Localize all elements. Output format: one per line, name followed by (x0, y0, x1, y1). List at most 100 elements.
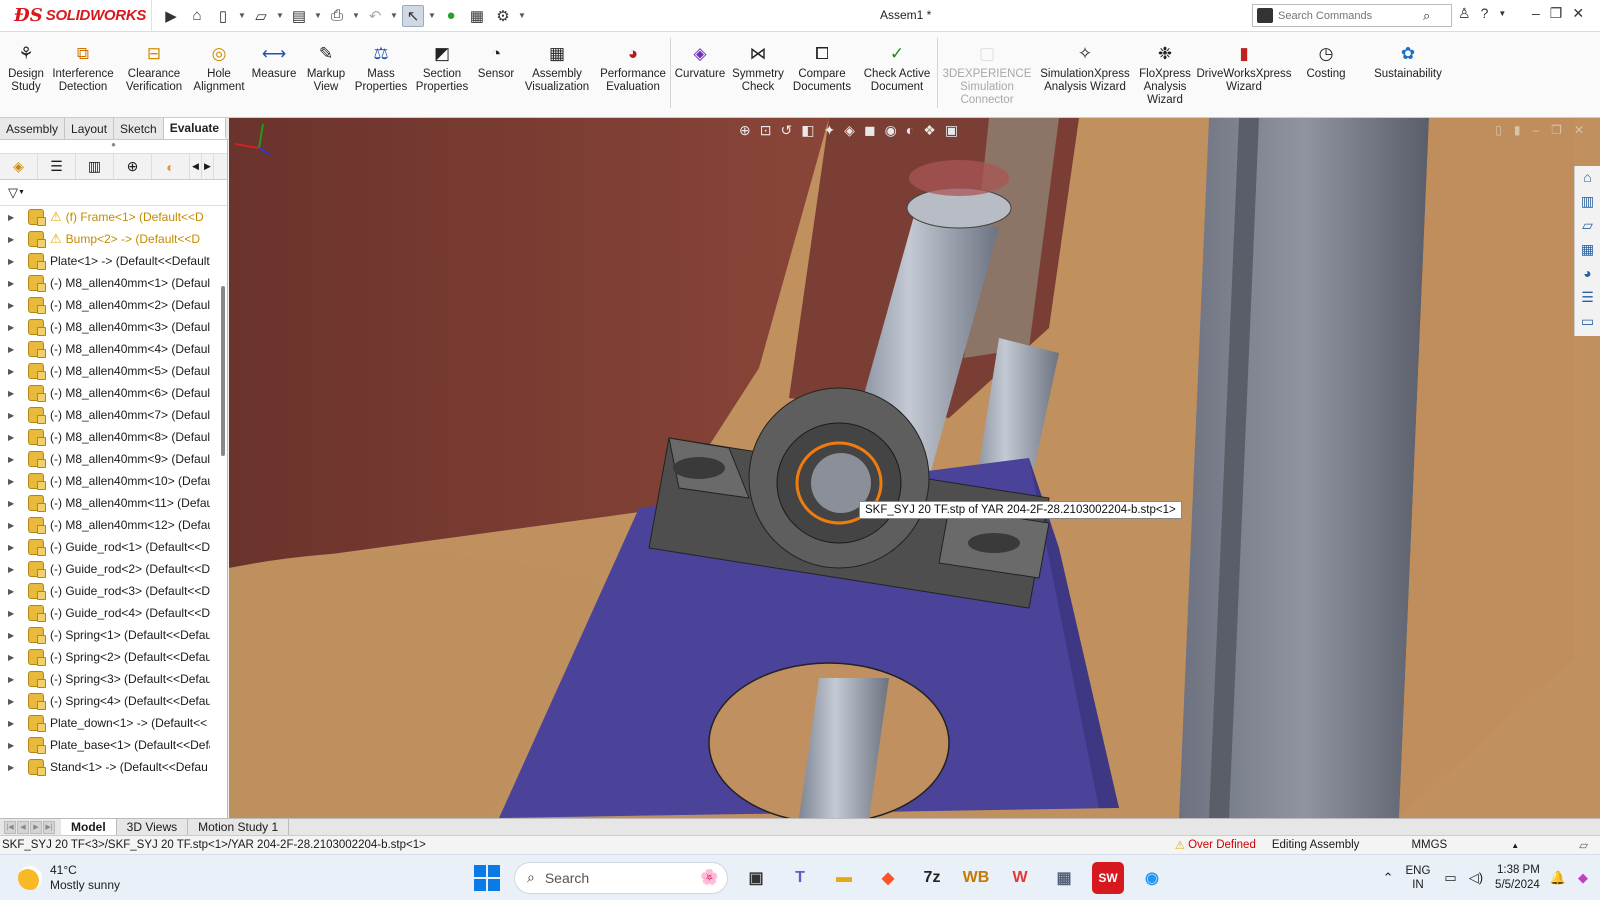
select-pointer-icon[interactable]: ↖ (402, 4, 424, 27)
tree-item[interactable]: ▶ (-) M8_allen40mm<12> (Defau (0, 514, 227, 536)
viewport-tile-icon[interactable]: ▯ (1495, 123, 1502, 137)
show-hidden-icons-icon[interactable]: ⌃ (1383, 870, 1394, 886)
help-icon[interactable]: ? (1481, 5, 1489, 22)
graphics-viewport[interactable]: ⊕ ⊡ ↺ ◧ ✦ ◈ ◼ ◉ ◐ ❖ ▣ ▯ ▮ – ❐ ✕ ⌂ ▥ ▱ ▦ … (229, 118, 1600, 818)
ribbon-button-design-study[interactable]: ⚘ Design Study (4, 32, 48, 94)
bottom-tab-motion-study-1[interactable]: Motion Study 1 (188, 819, 290, 835)
ribbon-button-curvature[interactable]: ◈ Curvature (671, 32, 729, 81)
expand-arrow-icon[interactable]: ▶ (8, 653, 20, 662)
viewport-split-icon[interactable]: ▮ (1514, 123, 1521, 137)
clock[interactable]: 1:38 PM 5/5/2024 (1495, 863, 1540, 893)
expand-arrow-icon[interactable]: ▶ (8, 521, 20, 530)
tab-sketch[interactable]: Sketch (114, 118, 164, 139)
undo-dropdown-icon[interactable]: ▼ (390, 11, 398, 20)
start-button[interactable] (474, 864, 500, 891)
tree-filter[interactable]: ▽ ▼ (0, 180, 227, 206)
expand-arrow-icon[interactable]: ▶ (8, 235, 20, 244)
hide-show-icon[interactable]: ◉ (885, 122, 897, 139)
ribbon-button-symmetry-check[interactable]: ⋈ Symmetry Check (729, 32, 787, 94)
volume-icon[interactable]: ◁) (1469, 870, 1483, 886)
file-properties-icon[interactable]: ▦ (466, 5, 488, 27)
search-type-icon[interactable] (1257, 8, 1273, 23)
over-defined-status[interactable]: ⚠ Over Defined (1175, 838, 1256, 852)
property-manager-tab-icon[interactable]: ☰ (38, 154, 76, 179)
teams-icon[interactable]: T (784, 862, 816, 894)
expand-arrow-icon[interactable]: ▶ (8, 323, 20, 332)
tree-item[interactable]: ▶ (-) Guide_rod<3> (Default<<D (0, 580, 227, 602)
weather-widget[interactable]: 41°C Mostly sunny (18, 863, 438, 893)
ribbon-button-mass-properties[interactable]: ⚖ Mass Properties (352, 32, 410, 94)
appearances-icon[interactable]: ◕ (1583, 265, 1591, 285)
help-dropdown-icon[interactable]: ▼ (1498, 9, 1506, 22)
expand-arrow-icon[interactable]: ▶ (8, 587, 20, 596)
tree-item[interactable]: ▶ (-) Guide_rod<2> (Default<<D (0, 558, 227, 580)
task-view-icon[interactable]: ▣ (740, 862, 772, 894)
panel-handle[interactable]: ● (0, 140, 227, 154)
tree-item[interactable]: ▶ (-) M8_allen40mm<3> (Defaul (0, 316, 227, 338)
expand-arrow-icon[interactable]: ▶ (8, 741, 20, 750)
open-icon[interactable]: ▱ (250, 5, 272, 27)
tree-item[interactable]: ▶ ⚠ (f) Frame<1> (Default<<D (0, 206, 227, 228)
globe-app-icon[interactable]: ◉ (1136, 862, 1168, 894)
7zip-icon[interactable]: 7z (916, 862, 948, 894)
ribbon-button-assembly-visualization[interactable]: ▦ Assembly Visualization (518, 32, 596, 94)
filter-icon[interactable]: ▽ (8, 185, 18, 201)
tree-item[interactable]: ▶ Plate_base<1> (Default<<Defa (0, 734, 227, 756)
solidworks-resources-icon[interactable]: ⌂ (1583, 169, 1591, 189)
tab-layout[interactable]: Layout (65, 118, 115, 139)
copilot-icon[interactable]: ◆ (1578, 870, 1588, 886)
units-dropdown-icon[interactable]: ▲ (1511, 841, 1519, 850)
minimize-icon[interactable]: – (1532, 5, 1540, 22)
print-dropdown-icon[interactable]: ▼ (352, 11, 360, 20)
expand-arrow-icon[interactable]: ▶ (8, 565, 20, 574)
ribbon-button-markup[interactable]: ✎ Markup View (300, 32, 352, 94)
tree-item[interactable]: ▶ (-) M8_allen40mm<5> (Defaul (0, 360, 227, 382)
expand-arrow-icon[interactable]: ▶ (8, 433, 20, 442)
tab-evaluate[interactable]: Evaluate (163, 118, 227, 139)
tree-scrollbar[interactable] (221, 286, 225, 456)
tree-item[interactable]: ▶ (-) M8_allen40mm<8> (Defaul (0, 426, 227, 448)
search-commands-box[interactable]: ⌕ (1252, 4, 1452, 27)
tree-item[interactable]: ▶ (-) M8_allen40mm<9> (Defaul (0, 448, 227, 470)
feature-tree-tab-icon[interactable]: ◈ (0, 154, 38, 179)
brave-icon[interactable]: ◆ (872, 862, 904, 894)
tree-item[interactable]: ▶ Plate<1> -> (Default<<Default (0, 250, 227, 272)
prev-tab-icon[interactable]: ◀ (17, 820, 29, 834)
tree-item[interactable]: ▶ (-) M8_allen40mm<4> (Defaul (0, 338, 227, 360)
display-style-icon[interactable]: ◼ (864, 122, 876, 139)
tree-item[interactable]: ▶ (-) M8_allen40mm<7> (Defaul (0, 404, 227, 426)
ribbon-button-interference-detection[interactable]: ⧉ Interference Detection (48, 32, 118, 94)
custom-properties-icon[interactable]: ☰ (1581, 289, 1594, 309)
section-view-icon[interactable]: ◧ (801, 122, 814, 139)
expand-arrow-icon[interactable]: ▶ (8, 389, 20, 398)
expand-arrow-icon[interactable]: ▶ (8, 213, 20, 222)
tab-scroll-right-icon[interactable]: ▶ (202, 154, 214, 179)
filter-dropdown-icon[interactable]: ▼ (18, 189, 25, 196)
tree-item[interactable]: ▶ (-) Spring<3> (Default<<Defau (0, 668, 227, 690)
expand-arrow-icon[interactable]: ▶ (8, 719, 20, 728)
unit-system-selector[interactable]: MMGS (1411, 839, 1447, 851)
tooltip-toggle-icon[interactable]: ▱ (1579, 838, 1588, 852)
notifications-bell-icon[interactable]: 🔔 (1550, 870, 1566, 886)
tab-scroll-left-icon[interactable]: ◀ (190, 154, 202, 179)
configuration-manager-tab-icon[interactable]: ▥ (76, 154, 114, 179)
expand-arrow-icon[interactable]: ▶ (8, 455, 20, 464)
first-tab-icon[interactable]: |◀ (4, 820, 16, 834)
taskbar-search[interactable]: ⌕ Search 🌸 (514, 861, 728, 894)
viewport-close-icon[interactable]: ✕ (1574, 123, 1584, 137)
ribbon-button-clearance-verification[interactable]: ⊟ Clearance Verification (118, 32, 190, 94)
solidworks-logo[interactable]: ƉS SOLIDWORKS (0, 0, 152, 32)
ribbon-button-hole-alignment[interactable]: ◎ Hole Alignment (190, 32, 248, 94)
expand-arrow-icon[interactable]: ▶ (8, 631, 20, 640)
expand-arrow-icon[interactable]: ▶ (8, 499, 20, 508)
tree-item[interactable]: ▶ (-) M8_allen40mm<6> (Defaul (0, 382, 227, 404)
viewport-restore-icon[interactable]: ❐ (1551, 123, 1562, 137)
tree-item[interactable]: ▶ Stand<1> -> (Default<<Defau (0, 756, 227, 778)
open-dropdown-icon[interactable]: ▼ (276, 11, 284, 20)
restore-icon[interactable]: ❐ (1550, 5, 1563, 22)
design-library-icon[interactable]: ▥ (1581, 193, 1594, 213)
tab-assembly[interactable]: Assembly (0, 118, 66, 139)
expand-arrow-icon[interactable]: ▶ (8, 763, 20, 772)
search-icon[interactable]: ⌕ (1423, 8, 1430, 24)
ribbon-button-driveworksxpress[interactable]: ▮ DriveWorksXpress Wizard (1196, 32, 1292, 94)
